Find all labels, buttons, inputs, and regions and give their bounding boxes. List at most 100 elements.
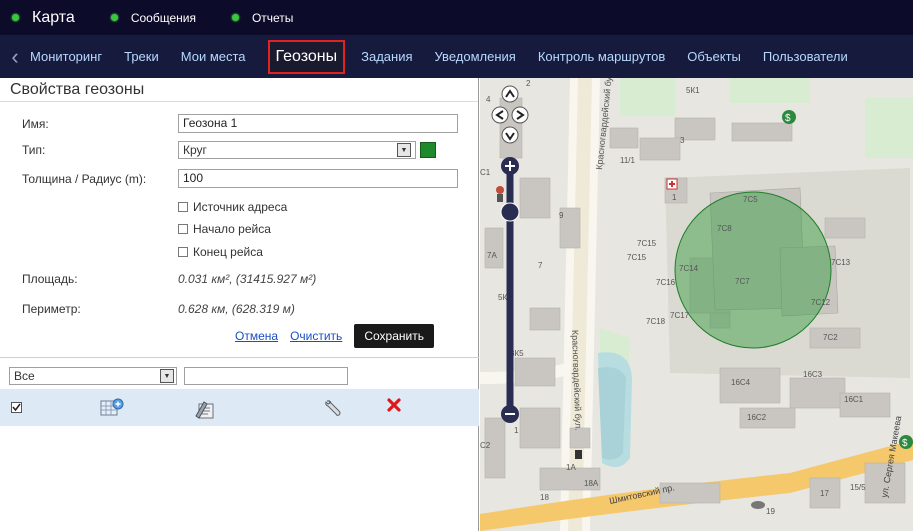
pan-right-icon[interactable] bbox=[511, 106, 529, 124]
building-label: 4 bbox=[486, 95, 491, 104]
marker-icon[interactable]: $ bbox=[899, 435, 913, 449]
building-label: 7С15 bbox=[637, 239, 657, 248]
map-canvas[interactable]: Красногвардейский бул. Красногвардейский… bbox=[480, 78, 913, 531]
building-label: 7С5 bbox=[743, 195, 758, 204]
top-tab-label: Сообщения bbox=[130, 10, 196, 25]
building-label: 7С15 bbox=[627, 253, 647, 262]
building-label: 9 bbox=[559, 211, 564, 220]
fuel-icon bbox=[751, 501, 765, 509]
building-label: 7А bbox=[487, 251, 497, 260]
nav-monitoring[interactable]: Мониторинг bbox=[30, 49, 102, 64]
type-value: Круг bbox=[183, 143, 207, 157]
name-label: Имя: bbox=[22, 116, 49, 131]
checkbox-label: Конец рейса bbox=[193, 245, 263, 259]
nav-geozones[interactable]: Геозоны bbox=[267, 39, 346, 74]
building-label: 1А bbox=[566, 463, 576, 472]
geozone-circle[interactable] bbox=[674, 191, 832, 349]
building-label: 5К1 bbox=[686, 86, 700, 95]
name-field[interactable]: Геозона 1 bbox=[178, 114, 458, 133]
perimeter-label: Периметр: bbox=[22, 302, 81, 316]
building-label: 7С16 bbox=[656, 278, 676, 287]
perimeter-row: Периметр: 0.628 км, (628.319 м) bbox=[22, 302, 295, 316]
svg-text:$: $ bbox=[902, 438, 908, 449]
building-label: 7С2 bbox=[823, 333, 838, 342]
radius-field[interactable]: 100 bbox=[178, 169, 458, 188]
top-tab-map[interactable]: Карта bbox=[12, 9, 75, 27]
svg-text:$: $ bbox=[785, 113, 791, 124]
building-label: 1 bbox=[514, 426, 519, 435]
delete-icon[interactable] bbox=[387, 398, 401, 417]
checkbox-label: Источник адреса bbox=[193, 200, 288, 214]
building-label: 16С4 bbox=[731, 378, 751, 387]
building-label: 16С3 bbox=[803, 370, 823, 379]
building-label: 18 bbox=[540, 493, 549, 502]
filter-select[interactable]: Все ▼ bbox=[9, 367, 177, 385]
building-label: 17 bbox=[820, 489, 829, 498]
area-value: 0.031 км², (31415.927 м²) bbox=[178, 272, 317, 286]
dropdown-arrow-icon[interactable]: ▼ bbox=[160, 369, 174, 383]
address-source-checkbox-row[interactable]: Источник адреса bbox=[178, 200, 287, 214]
zoom-in-icon[interactable] bbox=[501, 157, 519, 175]
checkbox[interactable] bbox=[178, 247, 188, 257]
perimeter-value: 0.628 км, (628.319 м) bbox=[178, 302, 295, 316]
building-label: 2 bbox=[526, 79, 531, 88]
pan-down-icon[interactable] bbox=[501, 126, 519, 144]
top-tab-reports[interactable]: Отчеты bbox=[231, 11, 293, 25]
save-button[interactable]: Сохранить bbox=[354, 324, 434, 348]
status-dot-icon bbox=[12, 14, 19, 21]
building-label: 19 bbox=[766, 507, 775, 516]
color-swatch[interactable] bbox=[420, 142, 436, 158]
wrench-icon[interactable] bbox=[323, 398, 343, 423]
filter-value: Все bbox=[14, 369, 35, 383]
type-label: Тип: bbox=[22, 143, 46, 157]
clear-link[interactable]: Очистить bbox=[290, 329, 342, 343]
trip-start-checkbox-row[interactable]: Начало рейса bbox=[178, 222, 271, 236]
building-label: 7С7 bbox=[735, 277, 750, 286]
building-label: 7С8 bbox=[717, 224, 732, 233]
nav-objects[interactable]: Объекты bbox=[687, 49, 741, 64]
map-view[interactable]: Красногвардейский бул. Красногвардейский… bbox=[480, 78, 913, 531]
building-label: 11/1 bbox=[620, 156, 636, 165]
dropdown-arrow-icon[interactable]: ▼ bbox=[397, 143, 411, 157]
top-tab-label: Карта bbox=[32, 8, 75, 26]
divider bbox=[0, 357, 479, 358]
checkbox[interactable] bbox=[178, 224, 188, 234]
trip-end-checkbox-row[interactable]: Конец рейса bbox=[178, 245, 263, 259]
radius-label: Толщина / Радиус (m): bbox=[22, 171, 147, 186]
top-tab-messages[interactable]: Сообщения bbox=[110, 10, 196, 25]
geozone-edit-icon[interactable] bbox=[100, 398, 124, 423]
nav-my-places[interactable]: Мои места bbox=[181, 49, 246, 64]
properties-icon[interactable] bbox=[194, 398, 216, 425]
type-row: Тип: Круг ▼ bbox=[22, 141, 436, 159]
pan-left-icon[interactable] bbox=[491, 106, 509, 124]
marker-icon[interactable]: $ bbox=[782, 110, 796, 124]
back-arrow-icon[interactable]: ‹ bbox=[0, 35, 30, 78]
zoom-handle[interactable] bbox=[500, 202, 520, 222]
select-all-checkbox[interactable] bbox=[11, 400, 22, 418]
nav-route-control[interactable]: Контроль маршрутов bbox=[538, 49, 665, 64]
nav-notifications[interactable]: Уведомления bbox=[435, 49, 516, 64]
building-label: 15/5 bbox=[850, 483, 866, 492]
building-label: 7С17 bbox=[670, 311, 690, 320]
building-label: 1 bbox=[672, 193, 677, 202]
pan-up-icon[interactable] bbox=[501, 85, 519, 103]
building-label: C2 bbox=[480, 441, 491, 450]
building-label: 7 bbox=[538, 261, 543, 270]
street-view-person-icon[interactable] bbox=[496, 186, 504, 202]
first-aid-icon bbox=[666, 178, 678, 190]
building-label: C1 bbox=[480, 168, 491, 177]
status-dot-icon bbox=[110, 14, 118, 21]
nav-users[interactable]: Пользователи bbox=[763, 49, 848, 64]
search-input[interactable] bbox=[184, 367, 348, 385]
zoom-out-icon[interactable] bbox=[501, 405, 519, 423]
cancel-link[interactable]: Отмена bbox=[235, 329, 278, 343]
geozone-properties-panel: Свойства геозоны Имя: Геозона 1 Тип: Кру… bbox=[0, 78, 479, 531]
nav-tracks[interactable]: Треки bbox=[124, 49, 159, 64]
checkbox[interactable] bbox=[178, 202, 188, 212]
building-label: 18А bbox=[584, 479, 599, 488]
building-label: 7С13 bbox=[831, 258, 851, 267]
type-select[interactable]: Круг ▼ bbox=[178, 141, 416, 159]
nav-tasks[interactable]: Задания bbox=[361, 49, 412, 64]
building-label: 5К bbox=[498, 293, 507, 302]
building-label: 16С2 bbox=[747, 413, 767, 422]
